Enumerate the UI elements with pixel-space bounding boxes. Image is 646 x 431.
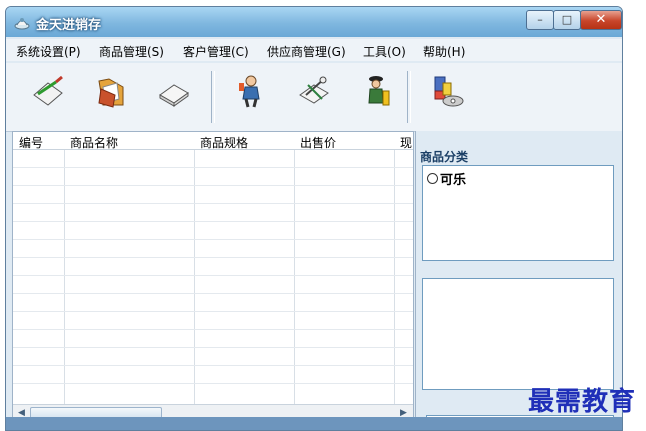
title-bar[interactable]: 金天进销存 – □ ✕ — [6, 7, 622, 37]
minimize-button[interactable]: – — [526, 10, 554, 30]
category-item[interactable]: 可乐 — [427, 169, 466, 188]
column-divider — [64, 132, 65, 422]
column-divider — [294, 132, 295, 422]
row-divider — [13, 239, 413, 240]
toolbar-button-database[interactable] — [419, 69, 469, 125]
column-header-price[interactable]: 出售价 — [300, 134, 336, 151]
row-divider — [13, 383, 413, 384]
row-divider — [13, 167, 413, 168]
customer-icon — [239, 75, 260, 108]
column-divider — [194, 132, 195, 422]
database-icon — [434, 76, 464, 107]
status-bar — [6, 417, 622, 430]
toolbar-button-worker[interactable] — [349, 69, 399, 125]
app-icon — [14, 18, 30, 30]
radio-icon — [427, 173, 438, 184]
worker-icon — [368, 76, 390, 106]
category-panel-title: 商品分类 — [420, 150, 469, 164]
category-label: 可乐 — [440, 173, 467, 188]
row-divider — [13, 329, 413, 330]
toolbar-button-eraser[interactable] — [146, 69, 196, 125]
toolbar-button-supplier[interactable] — [286, 69, 336, 125]
window-title: 金天进销存 — [36, 18, 102, 33]
toolbar-button-folder[interactable] — [83, 69, 133, 125]
row-divider — [13, 347, 413, 348]
menu-help[interactable]: 帮助(H) — [423, 43, 465, 60]
supplier-icon — [299, 76, 329, 104]
close-button[interactable]: ✕ — [580, 10, 622, 30]
toolbar — [6, 63, 622, 132]
column-header-name[interactable]: 商品名称 — [70, 134, 118, 151]
menu-customer-management[interactable]: 客户管理(C) — [183, 43, 249, 60]
grid-header: 编号 商品名称 商品规格 出售价 现 — [13, 132, 413, 150]
menu-supplier-management[interactable]: 供应商管理(G) — [267, 43, 346, 60]
row-divider — [13, 185, 413, 186]
column-header-id[interactable]: 编号 — [19, 134, 43, 151]
edit-icon — [33, 75, 63, 106]
column-header-spec[interactable]: 商品规格 — [200, 134, 248, 151]
toolbar-button-edit[interactable] — [20, 69, 70, 125]
row-divider — [13, 365, 413, 366]
toolbar-separator — [211, 71, 215, 123]
row-divider — [13, 257, 413, 258]
menu-tools[interactable]: 工具(O) — [363, 43, 406, 60]
eraser-icon — [159, 84, 189, 107]
column-header-stock[interactable]: 现 — [400, 134, 412, 151]
category-tree[interactable]: 可乐 — [422, 165, 614, 261]
menu-system-settings[interactable]: 系统设置(P) — [16, 43, 81, 60]
folder-icon — [98, 78, 124, 108]
row-divider — [13, 293, 413, 294]
watermark: 最需教育 — [528, 387, 637, 417]
product-grid[interactable]: 编号 商品名称 商品规格 出售价 现 ◀ ▶ — [12, 131, 414, 423]
menu-product-management[interactable]: 商品管理(S) — [99, 43, 164, 60]
row-divider — [13, 221, 413, 222]
toolbar-separator — [407, 71, 411, 123]
row-divider — [13, 275, 413, 276]
toolbar-button-customer[interactable] — [223, 69, 273, 125]
maximize-button[interactable]: □ — [553, 10, 581, 30]
app-window: 金天进销存 – □ ✕ 系统设置(P) 商品管理(S) 客户管理(C) 供应商管… — [5, 6, 623, 431]
menu-bar: 系统设置(P) 商品管理(S) 客户管理(C) 供应商管理(G) 工具(O) 帮… — [6, 39, 622, 61]
category-detail-box[interactable] — [422, 278, 614, 390]
row-divider — [13, 311, 413, 312]
column-divider — [394, 132, 395, 422]
row-divider — [13, 203, 413, 204]
